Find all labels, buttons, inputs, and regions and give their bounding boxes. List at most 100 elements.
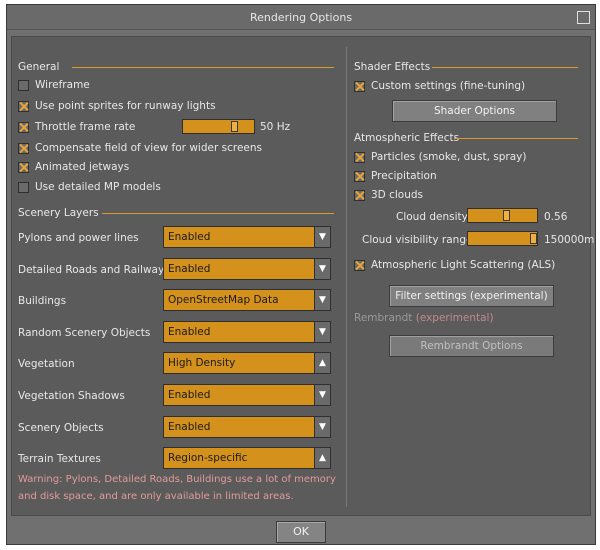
general-heading: General	[18, 61, 60, 73]
detailed-roads-value[interactable]: Enabled	[164, 259, 314, 279]
dropdown-arrow-icon[interactable]: ▼	[314, 290, 330, 310]
frame-rate-value: 50 Hz	[260, 121, 291, 133]
terrain-textures-value[interactable]: Region-specific	[164, 448, 314, 468]
atmospheric-effects-rule	[454, 138, 578, 139]
particles-checkbox[interactable]	[354, 151, 365, 163]
scenery-objects-dropdown[interactable]: Enabled ▼	[163, 416, 331, 438]
random-scenery-objects-label: Random Scenery Objects	[18, 327, 151, 339]
particles-label: Particles (smoke, dust, spray)	[371, 151, 527, 163]
detailed-mp-models-option[interactable]: Use detailed MP models	[18, 179, 161, 195]
shader-effects-rule	[432, 67, 578, 68]
column-divider	[346, 47, 347, 507]
detailed-mp-models-label: Use detailed MP models	[35, 181, 161, 193]
buildings-label: Buildings	[18, 295, 67, 307]
frame-rate-slider[interactable]	[182, 119, 255, 134]
dropdown-arrow-icon[interactable]: ▼	[314, 417, 330, 437]
precipitation-label: Precipitation	[371, 170, 437, 182]
throttle-frame-rate-label: Throttle frame rate	[35, 121, 136, 133]
animated-jetways-checkbox[interactable]	[18, 161, 29, 173]
rembrandt-heading: Rembrandt (experimental)	[354, 312, 494, 324]
dropdown-arrow-icon[interactable]: ▼	[314, 259, 330, 279]
random-scenery-objects-value[interactable]: Enabled	[164, 322, 314, 342]
3d-clouds-checkbox[interactable]	[354, 189, 365, 201]
close-icon[interactable]	[577, 11, 590, 24]
precipitation-option[interactable]: Precipitation	[354, 168, 437, 184]
precipitation-checkbox[interactable]	[354, 170, 365, 182]
detailed-roads-dropdown[interactable]: Enabled ▼	[163, 258, 331, 280]
compensate-fov-label: Compensate field of view for wider scree…	[35, 142, 262, 154]
cloud-visibility-slider-knob[interactable]	[530, 233, 537, 244]
cloud-visibility-value: 150000m	[544, 234, 595, 246]
point-sprites-option[interactable]: Use point sprites for runway lights	[18, 98, 216, 114]
vegetation-shadows-value[interactable]: Enabled	[164, 385, 314, 405]
vegetation-value[interactable]: High Density	[164, 353, 314, 373]
dialog-title: Rendering Options	[249, 11, 353, 24]
cloud-density-slider[interactable]	[467, 208, 538, 223]
ok-button[interactable]: OK	[276, 521, 326, 543]
dropdown-arrow-icon[interactable]: ▼	[314, 227, 330, 247]
3d-clouds-option[interactable]: 3D clouds	[354, 187, 423, 203]
vegetation-dropdown[interactable]: High Density ▲	[163, 352, 331, 374]
throttle-frame-rate-checkbox[interactable]	[18, 121, 29, 133]
cloud-density-label: Cloud density	[396, 211, 468, 223]
scenery-warning-line-1: Warning: Pylons, Detailed Roads, Buildin…	[18, 474, 336, 485]
3d-clouds-label: 3D clouds	[371, 189, 424, 201]
rendering-options-dialog: Rendering Options General Wireframe Use …	[6, 4, 596, 545]
vegetation-shadows-label: Vegetation Shadows	[18, 390, 125, 402]
scenery-objects-label: Scenery Objects	[18, 422, 104, 434]
particles-option[interactable]: Particles (smoke, dust, spray)	[354, 149, 526, 165]
scenery-layers-heading: Scenery Layers	[18, 207, 99, 219]
scenery-warning-line-2: and disk space, and are only available i…	[18, 491, 294, 502]
pylons-value[interactable]: Enabled	[164, 227, 314, 247]
rembrandt-options-button[interactable]: Rembrandt Options	[389, 335, 554, 357]
vegetation-shadows-dropdown[interactable]: Enabled ▼	[163, 384, 331, 406]
detailed-mp-models-checkbox[interactable]	[18, 181, 29, 193]
dropdown-arrow-icon[interactable]: ▼	[314, 385, 330, 405]
throttle-frame-rate-option[interactable]: Throttle frame rate	[18, 119, 135, 135]
frame-rate-slider-knob[interactable]	[231, 121, 238, 132]
general-rule	[72, 67, 334, 68]
als-option[interactable]: Atmospheric Light Scattering (ALS)	[354, 257, 555, 273]
als-label: Atmospheric Light Scattering (ALS)	[371, 259, 556, 271]
animated-jetways-label: Animated jetways	[35, 161, 130, 173]
shader-options-button[interactable]: Shader Options	[392, 100, 557, 122]
cloud-density-slider-knob[interactable]	[502, 210, 510, 221]
random-scenery-objects-dropdown[interactable]: Enabled ▼	[163, 321, 331, 343]
vegetation-label: Vegetation	[18, 358, 75, 370]
custom-settings-option[interactable]: Custom settings (fine-tuning)	[354, 78, 525, 94]
point-sprites-label: Use point sprites for runway lights	[35, 100, 216, 112]
rembrandt-experimental-note: (experimental)	[415, 312, 494, 324]
dropdown-arrow-icon[interactable]: ▼	[314, 322, 330, 342]
scenery-warning: Warning: Pylons, Detailed Roads, Buildin…	[18, 471, 338, 505]
pylons-label: Pylons and power lines	[18, 232, 139, 244]
shader-effects-heading: Shader Effects	[354, 61, 431, 73]
terrain-textures-label: Terrain Textures	[18, 453, 101, 465]
wireframe-label: Wireframe	[35, 79, 90, 91]
cloud-visibility-label: Cloud visibility range	[362, 234, 473, 246]
title-bar[interactable]: Rendering Options	[7, 5, 595, 30]
detailed-roads-label: Detailed Roads and Railways	[18, 264, 170, 276]
wireframe-checkbox[interactable]	[18, 79, 29, 91]
dropdown-arrow-icon[interactable]: ▲	[314, 353, 330, 373]
cloud-density-value: 0.56	[544, 211, 568, 223]
buildings-dropdown[interactable]: OpenStreetMap Data ▼	[163, 289, 331, 311]
custom-settings-checkbox[interactable]	[354, 80, 365, 92]
wireframe-option[interactable]: Wireframe	[18, 77, 90, 93]
scenery-layers-rule	[102, 213, 334, 214]
atmospheric-effects-heading: Atmospheric Effects	[354, 132, 460, 144]
custom-settings-label: Custom settings (fine-tuning)	[371, 80, 526, 92]
cloud-visibility-slider[interactable]	[467, 231, 538, 246]
compensate-fov-option[interactable]: Compensate field of view for wider scree…	[18, 140, 262, 156]
filter-settings-button[interactable]: Filter settings (experimental)	[389, 285, 554, 307]
rembrandt-label: Rembrandt	[354, 312, 413, 324]
dropdown-arrow-icon[interactable]: ▲	[314, 448, 330, 468]
terrain-textures-dropdown[interactable]: Region-specific ▲	[163, 447, 331, 469]
pylons-dropdown[interactable]: Enabled ▼	[163, 226, 331, 248]
scenery-objects-value[interactable]: Enabled	[164, 417, 314, 437]
point-sprites-checkbox[interactable]	[18, 100, 29, 112]
compensate-fov-checkbox[interactable]	[18, 142, 29, 154]
als-checkbox[interactable]	[354, 259, 365, 271]
animated-jetways-option[interactable]: Animated jetways	[18, 159, 129, 175]
content-panel: General Wireframe Use point sprites for …	[11, 36, 595, 516]
buildings-value[interactable]: OpenStreetMap Data	[164, 290, 314, 310]
